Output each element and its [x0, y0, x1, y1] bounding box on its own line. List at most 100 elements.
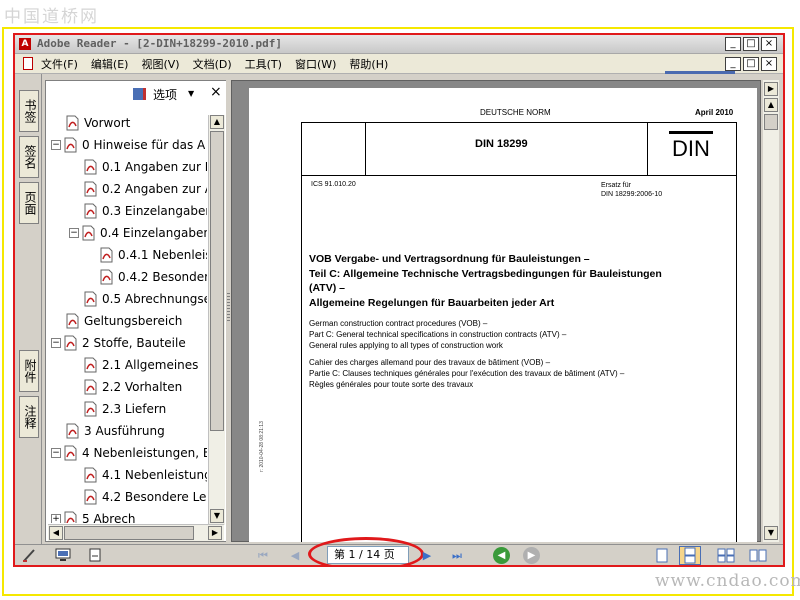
collapse-icon[interactable]: −	[51, 140, 61, 150]
bookmark-item[interactable]: Geltungsbereich	[65, 311, 182, 331]
bookmark-label: 2.2 Vorhalten	[102, 380, 183, 394]
scroll-thumb[interactable]	[210, 131, 224, 431]
bookmark-page-icon	[81, 225, 96, 241]
doc-close-button[interactable]: ×	[761, 57, 777, 71]
bookmark-label: 2.3 Liefern	[102, 402, 167, 416]
bookmarks-horizontal-scrollbar[interactable]: ◀ ▶	[48, 524, 224, 541]
next-page-icon[interactable]: ▶	[419, 548, 435, 563]
first-page-icon[interactable]: ⏮	[255, 548, 271, 563]
replacement-standard: DIN 18299:2006-10	[601, 191, 663, 198]
menu-edit[interactable]: 编辑(E)	[91, 56, 129, 72]
doc-minimize-button[interactable]: _	[725, 57, 741, 71]
din-logo-text: DIN	[672, 136, 710, 159]
menu-view[interactable]: 视图(V)	[141, 56, 179, 72]
bookmark-item[interactable]: 0.5 Abrechnungse	[83, 289, 207, 309]
collapse-icon[interactable]: −	[69, 228, 79, 238]
facing-view-icon[interactable]	[715, 546, 737, 565]
bookmark-page-icon	[63, 335, 78, 351]
scroll-down-arrow-icon[interactable]: ▼	[210, 509, 224, 523]
bookmark-item[interactable]: Vorwort	[65, 113, 130, 133]
din-logo: DIN	[669, 131, 713, 159]
continuous-facing-view-icon[interactable]	[747, 546, 769, 565]
ics-code: ICS 91.010.20	[311, 181, 356, 188]
status-navigation-bar: ⏮ ◀ 第 1 / 14 页 ▶ ⏭ ◀ ▶	[15, 537, 783, 565]
bookmark-item[interactable]: 0.2 Angaben zur A	[83, 179, 207, 199]
menu-window[interactable]: 窗口(W)	[295, 56, 336, 72]
tab-comments[interactable]: 注释	[19, 396, 39, 438]
continuous-view-icon[interactable]	[679, 546, 701, 565]
title-line: German construction contract procedures …	[309, 319, 488, 328]
bookmark-item[interactable]: 4.2 Besondere Lei	[83, 487, 207, 507]
bookmark-item[interactable]: − 0.4 Einzelangaben	[69, 223, 207, 243]
close-panel-icon[interactable]: ×	[210, 84, 222, 100]
scroll-down-arrow-icon[interactable]: ▼	[764, 526, 778, 540]
scroll-up-arrow-icon[interactable]: ▶	[764, 82, 778, 96]
pen-icon[interactable]	[21, 548, 37, 562]
h-scroll-thumb[interactable]	[64, 526, 194, 540]
bookmark-page-icon	[83, 159, 98, 175]
document-options-icon[interactable]	[87, 548, 103, 562]
bookmark-page-icon	[83, 379, 98, 395]
bookmark-item[interactable]: 0.4.1 Nebenleis	[99, 245, 207, 265]
bookmarks-vertical-scrollbar[interactable]: ▲ ▼	[208, 115, 225, 525]
bookmark-page-icon	[65, 313, 80, 329]
bookmark-label: 4.1 Nebenleistung	[102, 468, 207, 482]
window-title: Adobe Reader - [2-DIN+18299-2010.pdf]	[37, 37, 283, 50]
go-forward-icon[interactable]: ▶	[523, 547, 540, 564]
chevron-down-icon[interactable]: ▼	[188, 89, 194, 98]
minimize-button[interactable]: _	[725, 37, 741, 51]
menu-file[interactable]: 文件(F)	[41, 56, 78, 72]
maximize-button[interactable]: □	[743, 37, 759, 51]
bookmark-item[interactable]: 2.2 Vorhalten	[83, 377, 182, 397]
scroll-right-arrow-icon[interactable]: ▶	[208, 526, 222, 540]
bookmarks-toolbar: 选项 ▼ ×	[45, 83, 225, 105]
bookmark-item[interactable]: 0.3 Einzelangaben	[83, 201, 207, 221]
scroll-up-arrow-icon[interactable]: ▲	[210, 115, 224, 129]
bookmark-item[interactable]: 2.1 Allgemeines	[83, 355, 198, 375]
menu-document[interactable]: 文档(D)	[193, 56, 232, 72]
monitor-icon[interactable]	[55, 548, 71, 562]
replacement-label: Ersatz für	[601, 182, 631, 189]
doc-restore-button[interactable]: □	[743, 57, 759, 71]
previous-page-icon[interactable]: ◀	[287, 548, 303, 563]
bookmark-page-icon	[83, 203, 98, 219]
print-timestamp: r: 2010-04-28 08:21:13	[259, 421, 265, 472]
collapse-icon[interactable]: −	[51, 448, 61, 458]
bookmark-page-icon	[83, 467, 98, 483]
doc-divider	[365, 122, 366, 176]
bookmark-item[interactable]: +5 Abrech	[51, 509, 136, 523]
bookmark-label: 0.1 Angaben zur B	[102, 160, 207, 174]
bookmark-label: 0.4 Einzelangaben	[100, 226, 207, 240]
bookmark-page-icon	[83, 181, 98, 197]
document-vertical-scrollbar[interactable]: ▶ ▲ ▼	[763, 80, 779, 542]
doc-title-french: Cahier des charges allemand pour des tra…	[309, 357, 739, 390]
last-page-icon[interactable]: ⏭	[449, 548, 465, 563]
bookmark-item[interactable]: − 4 Nebenleistungen, B	[51, 443, 207, 463]
close-button[interactable]: ×	[761, 37, 777, 51]
menu-help[interactable]: 帮助(H)	[349, 56, 388, 72]
bookmark-item[interactable]: 4.1 Nebenleistung	[83, 465, 207, 485]
single-page-view-icon[interactable]	[651, 546, 673, 565]
scroll-left-arrow-icon[interactable]: ◀	[49, 526, 63, 540]
tab-pages[interactable]: 页面	[19, 182, 39, 224]
bookmark-item[interactable]: − 2 Stoffe, Bauteile	[51, 333, 186, 353]
tab-signatures[interactable]: 签名	[19, 136, 39, 178]
menu-tools[interactable]: 工具(T)	[245, 56, 282, 72]
bookmark-item[interactable]: 3 Ausführung	[65, 421, 165, 441]
bookmark-item[interactable]: − 0 Hinweise für das A	[51, 135, 205, 155]
document-icon[interactable]	[23, 57, 33, 70]
tab-bookmarks[interactable]: 书签	[19, 90, 39, 132]
collapse-icon[interactable]: −	[51, 338, 61, 348]
scroll-up-arrow-icon[interactable]: ▲	[764, 98, 778, 112]
go-back-icon[interactable]: ◀	[493, 547, 510, 564]
bookmark-item[interactable]: 0.4.2 Besonder	[99, 267, 207, 287]
options-icon[interactable]	[133, 88, 146, 100]
bookmark-label: Geltungsbereich	[84, 314, 183, 328]
bookmark-item[interactable]: 2.3 Liefern	[83, 399, 166, 419]
splitter-grip[interactable]	[227, 293, 230, 323]
tab-attachments[interactable]: 附件	[19, 350, 39, 392]
expand-icon[interactable]: +	[51, 514, 61, 523]
options-menu[interactable]: 选项	[153, 86, 177, 103]
bookmark-item[interactable]: 0.1 Angaben zur B	[83, 157, 207, 177]
doc-scroll-thumb[interactable]	[764, 114, 778, 130]
